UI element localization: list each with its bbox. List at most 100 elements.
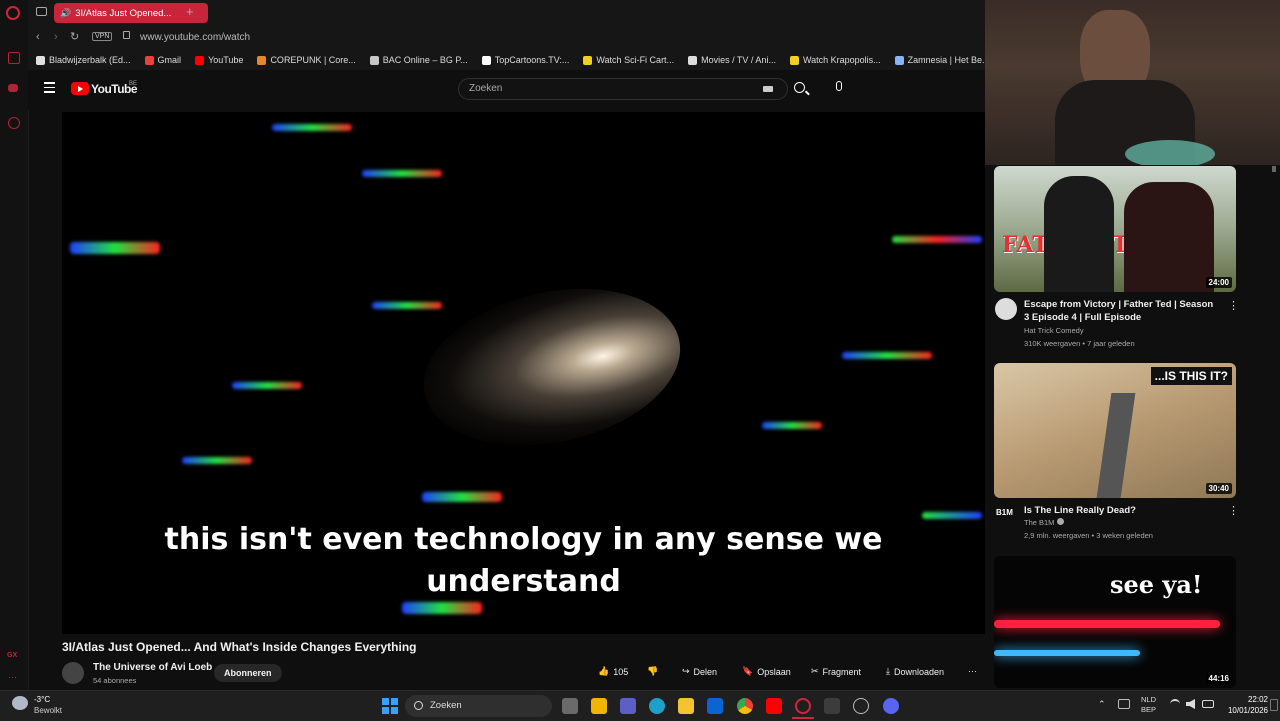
star-streak [272,124,352,131]
vpn-badge[interactable]: VPN [92,32,113,41]
star-streak [422,492,502,502]
download-button[interactable]: ⤓ Downloaden [886,666,944,677]
bookmark-item[interactable]: Watch Sci-Fi Cart... [583,55,674,65]
search-icon[interactable] [794,82,805,93]
clip-button[interactable]: ✂ Fragment [811,666,861,677]
more-options-icon[interactable]: ⋮ [1228,299,1239,312]
share-label: Delen [693,666,718,677]
edge-icon[interactable] [649,698,665,714]
rec-thumbnail-1[interactable]: FATHER TED 24:00 [994,166,1236,292]
keyboard-lang[interactable]: NLD [1141,695,1156,704]
channel-avatar[interactable] [62,662,84,684]
scrollbar[interactable] [1272,166,1276,172]
weather-temp[interactable]: -3°C [34,695,50,704]
dislike-button[interactable]: 👎 [647,666,658,677]
weather-icon[interactable] [12,696,28,710]
reload-icon[interactable]: ↻ [70,30,79,43]
chrome-icon[interactable] [737,698,753,714]
keyboard-layout[interactable]: BEP [1141,705,1156,714]
rec-channel-1[interactable]: Hat Trick Comedy [1024,326,1084,335]
like-button[interactable]: 👍 105 [598,666,628,677]
file-explorer-icon[interactable] [678,698,694,714]
bookmark-item[interactable]: Bladwijzerbalk (Ed... [36,55,131,65]
save-button[interactable]: 🔖 Opslaan [742,666,791,677]
search-input[interactable]: Zoeken [458,78,788,100]
discord-icon[interactable] [883,698,899,714]
star-streak [892,236,982,243]
discord-sidebar-icon[interactable] [8,84,18,92]
bookmark-item[interactable]: COREPUNK | Core... [257,55,356,65]
scissors-icon: ✂ [811,666,819,676]
download-icon: ⤓ [886,666,890,676]
more-sidebar-icon[interactable]: ··· [8,672,17,682]
bookmark-item[interactable]: Zamnesia | Het Be... [894,55,985,65]
download-label: Downloaden [893,666,945,677]
lock-icon[interactable] [123,31,130,39]
opera-logo-icon[interactable] [6,6,20,20]
bookmark-item[interactable]: Watch Krapopolis... [789,55,881,65]
star-streak [762,422,822,429]
back-icon[interactable]: ‹ [36,31,40,43]
bookmark-label: YouTube [208,55,244,65]
taskbar-search[interactable]: Zoeken [405,695,552,717]
wifi-icon[interactable] [1170,699,1180,709]
settings-icon[interactable] [853,698,869,714]
video-player[interactable]: this isn't even technology in any sense … [62,112,985,634]
bookmark-item[interactable]: YouTube [195,55,243,65]
url-field[interactable]: www.youtube.com/watch [140,32,250,43]
new-tab-button[interactable]: + [186,4,194,19]
bookmark-item[interactable]: TopCartoons.TV:... [481,55,569,65]
channel-name[interactable]: The Universe of Avi Loeb [93,662,212,673]
speaker-icon[interactable]: 🔊 [60,8,71,19]
clock-date[interactable]: 10/01/2026 [1214,706,1268,715]
share-button[interactable]: ↪ Delen [682,666,717,677]
windows-start-icon[interactable] [382,698,398,714]
menu-icon[interactable] [44,82,55,93]
youtube-app-icon[interactable] [766,698,782,714]
thumb-blue-beam [994,650,1140,656]
clock-time[interactable]: 22:02 [1224,695,1268,704]
tray-chevron-icon[interactable]: ⌃ [1098,699,1106,710]
store-icon[interactable] [591,698,607,714]
channel-avatar[interactable]: B1M [996,508,1013,517]
outlook-icon[interactable] [707,698,723,714]
youtube-logo-icon[interactable] [71,82,89,95]
star-streak [402,602,482,614]
bookmark-item[interactable]: Movies / TV / Ani... [688,55,776,65]
weather-desc: Bewolkt [34,706,63,715]
forward-icon[interactable]: › [54,31,58,43]
windows-taskbar: -3°C Bewolkt Zoeken ⌃ NLD BEP 22:02 10/0… [0,690,1280,721]
bookmark-favicon-icon [369,55,379,65]
channel-avatar[interactable] [995,298,1017,320]
rec-thumbnail-2[interactable]: ...IS THIS IT? 30:40 [994,363,1236,498]
network-icon[interactable] [1118,699,1130,709]
volume-icon[interactable] [1186,699,1195,709]
star-streak [232,382,302,389]
history-sidebar-icon[interactable] [8,117,20,129]
bookmark-label: Zamnesia | Het Be... [907,55,985,65]
opera-gx-icon[interactable] [795,698,811,714]
notification-icon[interactable] [1270,699,1278,711]
thumb-text: ...IS THIS IT? [1150,367,1232,385]
gx-label[interactable]: GX [7,652,17,659]
bookmark-label: Watch Krapopolis... [802,55,881,65]
microphone-icon[interactable] [836,81,842,91]
more-actions-icon[interactable]: ··· [968,666,977,676]
battery-icon[interactable] [1202,700,1214,708]
rec-thumbnail-3[interactable]: see ya! 44:16 [994,556,1236,688]
subscribe-button[interactable]: Abonneren [214,664,282,682]
bookmark-item[interactable]: Gmail [144,55,181,65]
workspaces-icon[interactable] [36,7,47,16]
bookmark-sidebar-icon[interactable] [8,52,20,64]
teams-icon[interactable] [620,698,636,714]
rec-title-2[interactable]: Is The Line Really Dead? [1024,504,1219,517]
tab-active[interactable]: 🔊 3I/Atlas Just Opened... [54,3,208,23]
task-view-icon[interactable] [562,698,578,714]
keyboard-icon[interactable] [763,86,773,92]
more-options-icon[interactable]: ⋮ [1228,504,1239,517]
rec-title-1[interactable]: Escape from Victory | Father Ted | Seaso… [1024,298,1219,324]
star-streak [922,512,982,519]
bookmark-item[interactable]: BAC Online – BG P... [369,55,468,65]
calculator-icon[interactable] [824,698,840,714]
rec-channel-2[interactable]: The B1M [1024,518,1054,527]
